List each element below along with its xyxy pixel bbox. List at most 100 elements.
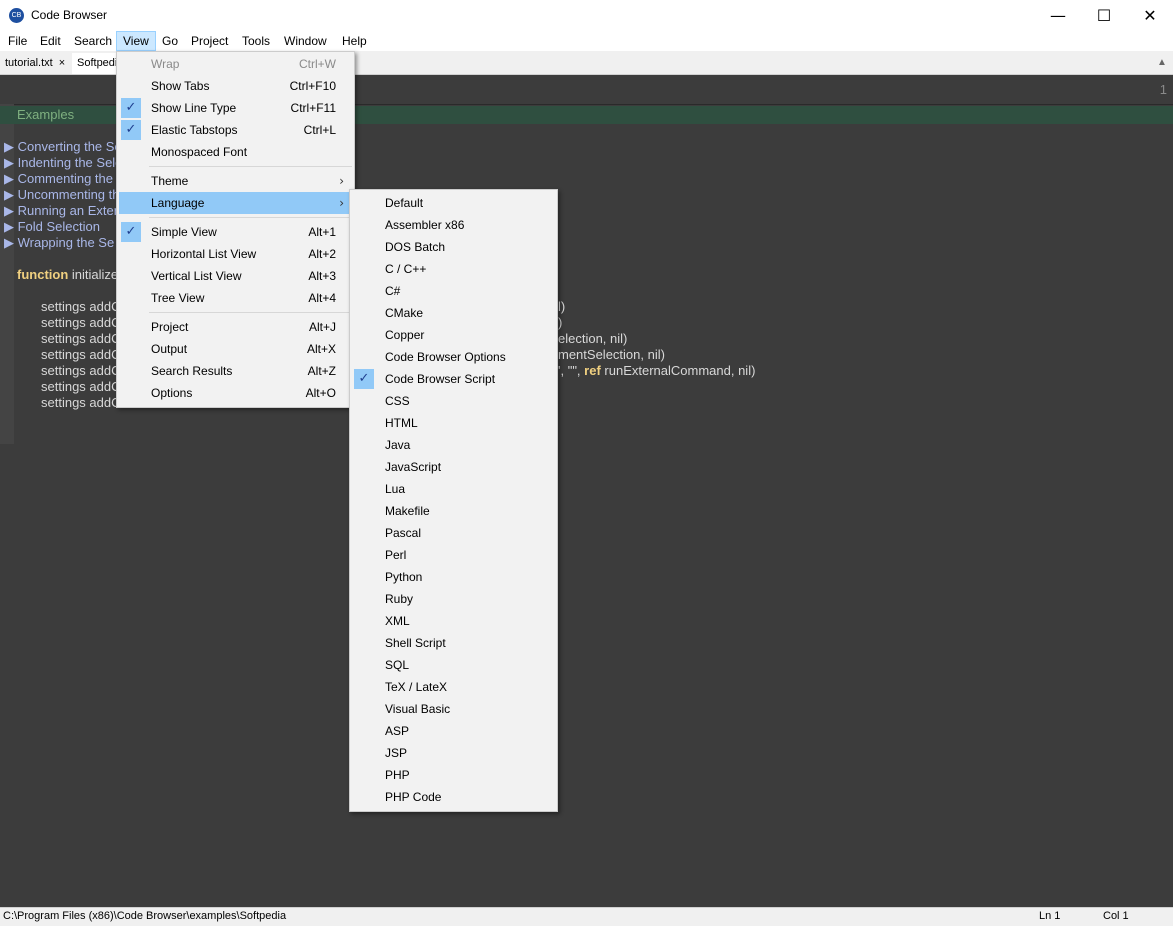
language-item[interactable]: Default	[352, 192, 555, 214]
code-tail: election, nil)	[558, 331, 628, 346]
menu-item-vertical-list-view[interactable]: Vertical List View Alt+3	[119, 265, 352, 287]
language-item[interactable]: JavaScript	[352, 456, 555, 478]
menu-window[interactable]: Window	[278, 32, 333, 50]
fold-item[interactable]: ▶ Running an Exter	[4, 203, 118, 219]
fold-item[interactable]: ▶ Indenting the Sele	[4, 155, 122, 171]
close-button[interactable]: ✕	[1127, 0, 1173, 31]
tab-scroll-icon[interactable]: ▲	[1154, 55, 1170, 71]
language-item[interactable]: XML	[352, 610, 555, 632]
language-item-label: Pascal	[385, 526, 422, 540]
fold-item[interactable]: ▶ Commenting the	[4, 171, 113, 187]
language-item[interactable]: C#	[352, 280, 555, 302]
language-item-label: Java	[385, 438, 411, 452]
language-item-label: JavaScript	[385, 460, 442, 474]
menu-tools[interactable]: Tools	[236, 32, 276, 50]
language-item[interactable]: Java	[352, 434, 555, 456]
menu-help[interactable]: Help	[336, 32, 373, 50]
menu-item-output[interactable]: Output Alt+X	[119, 338, 352, 360]
menu-view[interactable]: View	[116, 31, 156, 51]
language-item[interactable]: Perl	[352, 544, 555, 566]
title-bar: CB Code Browser — ☐ ✕	[0, 0, 1173, 31]
check-icon: ✓	[354, 369, 374, 389]
menu-go[interactable]: Go	[156, 32, 184, 50]
language-item[interactable]: Python	[352, 566, 555, 588]
menu-item-project[interactable]: Project Alt+J	[119, 316, 352, 338]
tab-label: tutorial.txt	[5, 57, 53, 69]
language-item-label: Code Browser Options	[385, 350, 506, 364]
menu-separator	[149, 312, 352, 313]
language-item[interactable]: CSS	[352, 390, 555, 412]
language-item[interactable]: Code Browser Options	[352, 346, 555, 368]
menu-search[interactable]: Search	[68, 32, 118, 50]
language-item[interactable]: C / C++	[352, 258, 555, 280]
minimize-button[interactable]: —	[1035, 0, 1081, 31]
menu-item-elastic-tabstops[interactable]: ✓ Elastic Tabstops Ctrl+L	[119, 119, 352, 141]
app-icon: CB	[9, 8, 24, 23]
code-line: settings addC	[41, 395, 121, 410]
language-item[interactable]: Pascal	[352, 522, 555, 544]
menu-item-horizontal-list-view[interactable]: Horizontal List View Alt+2	[119, 243, 352, 265]
fold-item[interactable]: ▶ Uncommenting th	[4, 187, 120, 203]
language-item-label: JSP	[385, 746, 408, 760]
window-title: Code Browser	[31, 8, 108, 22]
language-item[interactable]: DOS Batch	[352, 236, 555, 258]
menu-file[interactable]: File	[2, 32, 33, 50]
language-item-label: Visual Basic	[385, 702, 451, 716]
line-number: 1	[1159, 82, 1167, 97]
language-item[interactable]: PHP Code	[352, 786, 555, 808]
fold-item[interactable]: ▶ Wrapping the Se	[4, 235, 114, 251]
code-line: settings addC	[41, 315, 121, 330]
code-tail: ', "", ref runExternalCommand, nil)	[558, 363, 756, 378]
language-item[interactable]: PHP	[352, 764, 555, 786]
tab-close-icon[interactable]: ×	[59, 57, 65, 69]
menu-item-tree-view[interactable]: Tree View Alt+4	[119, 287, 352, 309]
code-tail: mentSelection, nil)	[558, 347, 665, 362]
menu-item-options[interactable]: Options Alt+O	[119, 382, 352, 404]
menu-item-search-results[interactable]: Search Results Alt+Z	[119, 360, 352, 382]
language-item-label: SQL	[385, 658, 410, 672]
language-item-label: Lua	[385, 482, 406, 496]
menu-item-show-tabs[interactable]: Show Tabs Ctrl+F10	[119, 75, 352, 97]
language-item[interactable]: CMake	[352, 302, 555, 324]
language-item[interactable]: Ruby	[352, 588, 555, 610]
menu-item-show-line-type[interactable]: ✓ Show Line Type Ctrl+F11	[119, 97, 352, 119]
menu-edit[interactable]: Edit	[34, 32, 67, 50]
menu-bar: File Edit Search View Go Project Tools W…	[0, 31, 1173, 51]
menu-project[interactable]: Project	[185, 32, 234, 50]
language-item[interactable]: Shell Script	[352, 632, 555, 654]
menu-item-wrap[interactable]: Wrap Ctrl+W	[119, 53, 352, 75]
status-path: C:\Program Files (x86)\Code Browser\exam…	[3, 910, 287, 922]
language-item[interactable]: Copper	[352, 324, 555, 346]
language-item[interactable]: ✓ Code Browser Script	[352, 368, 555, 390]
menu-separator	[149, 166, 352, 167]
language-item-label: XML	[385, 614, 410, 628]
menu-item-monospaced-font[interactable]: Monospaced Font	[119, 141, 352, 163]
language-item[interactable]: Makefile	[352, 500, 555, 522]
language-item[interactable]: Visual Basic	[352, 698, 555, 720]
tab-tutorial[interactable]: tutorial.txt ×	[0, 53, 76, 74]
status-bar: C:\Program Files (x86)\Code Browser\exam…	[0, 907, 1173, 926]
view-menu: Wrap Ctrl+W Show Tabs Ctrl+F10 ✓ Show Line …	[116, 51, 355, 408]
language-item-label: ASP	[385, 724, 410, 738]
status-line: Ln 1	[1039, 910, 1061, 922]
maximize-button[interactable]: ☐	[1081, 0, 1127, 31]
menu-item-theme[interactable]: Theme ›	[119, 170, 352, 192]
menu-item-language[interactable]: Language ›	[119, 192, 352, 214]
language-item[interactable]: HTML	[352, 412, 555, 434]
language-item-label: Assembler x86	[385, 218, 465, 232]
tab-label: Softpedi	[77, 57, 118, 69]
language-item-label: TeX / LateX	[385, 680, 448, 694]
menu-item-simple-view[interactable]: ✓ Simple View Alt+1	[119, 221, 352, 243]
language-item[interactable]: TeX / LateX	[352, 676, 555, 698]
language-item[interactable]: SQL	[352, 654, 555, 676]
fold-item[interactable]: ▶ Fold Selection	[4, 219, 100, 235]
language-item-label: CSS	[385, 394, 410, 408]
language-item[interactable]: Lua	[352, 478, 555, 500]
code-line: settings addC	[41, 347, 121, 362]
language-item[interactable]: Assembler x86	[352, 214, 555, 236]
language-item[interactable]: JSP	[352, 742, 555, 764]
language-item[interactable]: ASP	[352, 720, 555, 742]
language-item-label: Default	[385, 196, 424, 210]
menu-separator	[149, 217, 352, 218]
fold-item[interactable]: ▶ Converting the Se	[4, 139, 122, 155]
